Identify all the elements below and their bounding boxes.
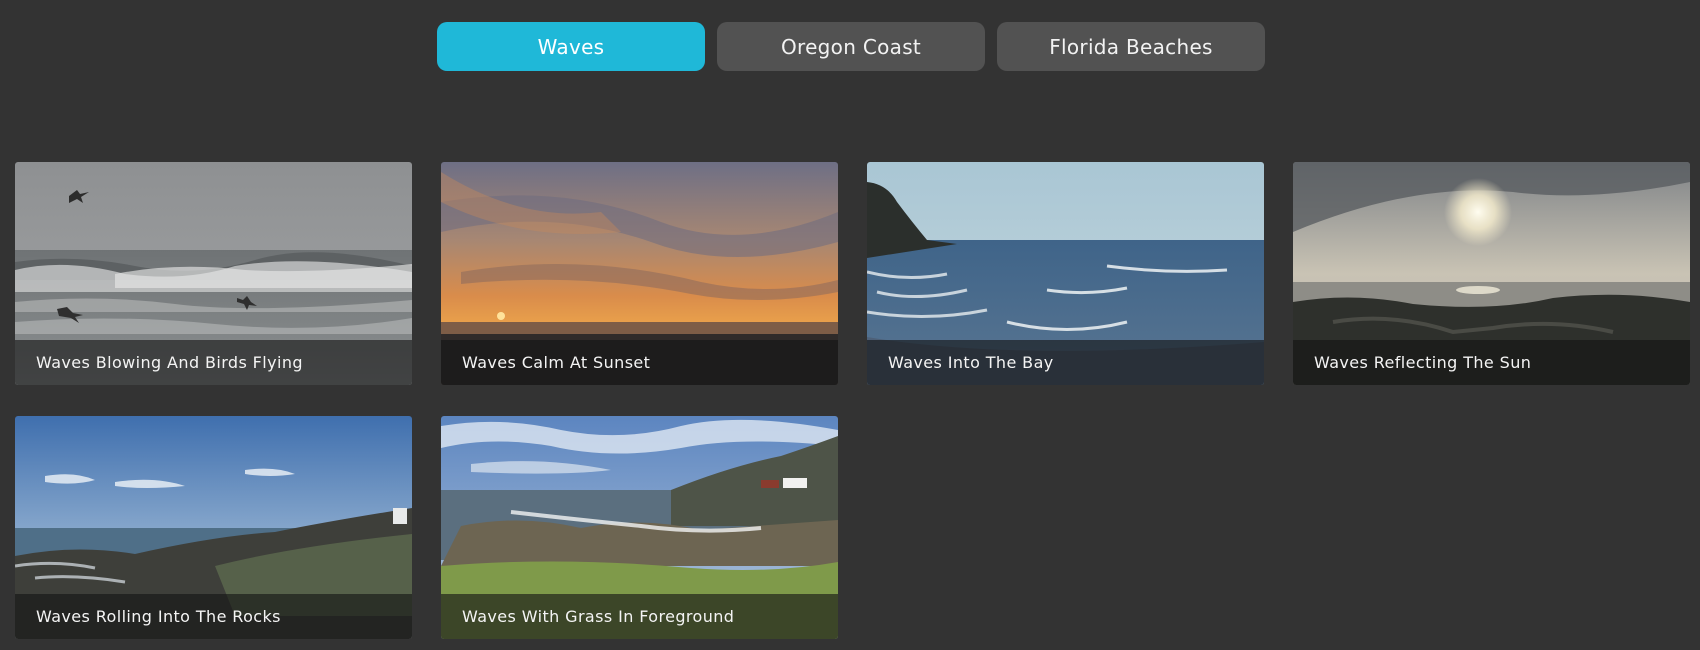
video-title: Waves Into The Bay <box>867 340 1264 385</box>
video-title: Waves With Grass In Foreground <box>441 594 838 639</box>
video-grid: Waves Blowing And Birds Flying Waves Cal <box>15 162 1690 639</box>
video-title: Waves Calm At Sunset <box>441 340 838 385</box>
video-card[interactable]: Waves With Grass In Foreground <box>441 416 838 639</box>
tab-oregon-coast[interactable]: Oregon Coast <box>717 22 985 71</box>
video-title: Waves Blowing And Birds Flying <box>15 340 412 385</box>
video-title: Waves Reflecting The Sun <box>1293 340 1690 385</box>
video-title: Waves Rolling Into The Rocks <box>15 594 412 639</box>
tab-waves[interactable]: Waves <box>437 22 705 71</box>
category-tabs: Waves Oregon Coast Florida Beaches <box>437 22 1265 71</box>
video-card[interactable]: Waves Into The Bay <box>867 162 1264 385</box>
tab-florida-beaches[interactable]: Florida Beaches <box>997 22 1265 71</box>
video-card[interactable]: Waves Calm At Sunset <box>441 162 838 385</box>
video-card[interactable]: Waves Reflecting The Sun <box>1293 162 1690 385</box>
video-card[interactable]: Waves Rolling Into The Rocks <box>15 416 412 639</box>
video-card[interactable]: Waves Blowing And Birds Flying <box>15 162 412 385</box>
